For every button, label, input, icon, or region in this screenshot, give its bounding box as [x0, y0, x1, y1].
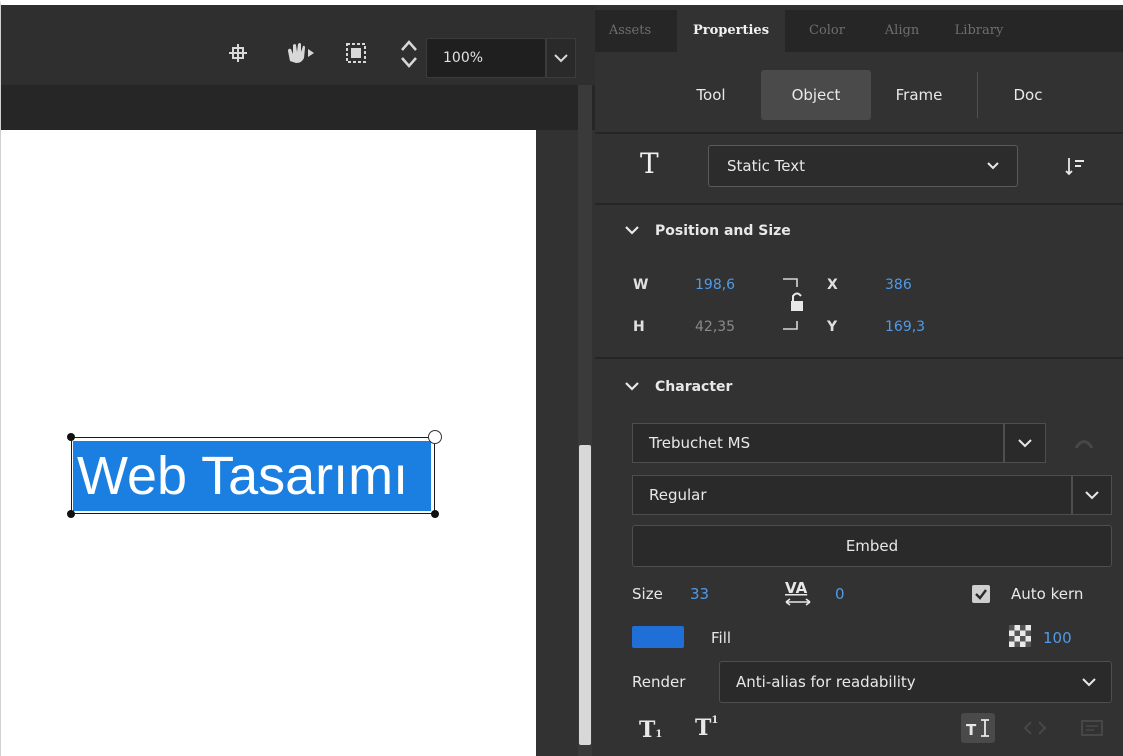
text-direction-icon[interactable]: [1063, 155, 1087, 179]
height-label: H: [633, 319, 645, 335]
tab-align[interactable]: Align: [869, 10, 935, 52]
width-value[interactable]: 198,6: [695, 277, 735, 293]
chevron-down-icon: [1085, 491, 1099, 500]
fill-color-swatch[interactable]: [632, 626, 684, 648]
text-type-value: Static Text: [727, 157, 805, 175]
chevron-down-icon: [625, 223, 655, 239]
font-family-field[interactable]: Trebuchet MS: [632, 423, 1004, 463]
svg-text:T: T: [966, 721, 977, 739]
stage-toolbar: 100%: [1, 5, 595, 85]
properties-subtabs: Tool Object Frame Doc: [595, 52, 1123, 132]
section-title: Position and Size: [655, 223, 791, 239]
divider: [595, 203, 1123, 205]
clip-outside-stage-icon[interactable]: [344, 41, 368, 65]
subtab-divider: [977, 72, 978, 118]
tab-color[interactable]: Color: [791, 10, 863, 52]
chevron-down-icon: [554, 54, 568, 63]
section-title: Character: [655, 379, 733, 395]
position-size-header[interactable]: Position and Size: [625, 223, 791, 239]
chevron-down-icon: [987, 162, 999, 170]
transform-handle-top-left[interactable]: [67, 433, 75, 441]
subtab-doc[interactable]: Doc: [993, 70, 1063, 120]
letter-spacing-value[interactable]: 0: [835, 585, 845, 603]
zoom-dropdown-button[interactable]: [546, 38, 576, 78]
tab-assets[interactable]: Assets: [595, 10, 665, 52]
render-dropdown[interactable]: Anti-alias for readability: [719, 661, 1112, 703]
size-label: Size: [632, 585, 663, 603]
show-border-icon: [1081, 720, 1103, 736]
text-resize-handle[interactable]: [428, 430, 442, 444]
auto-kern-label: Auto kern: [1011, 585, 1084, 603]
svg-text:VA: VA: [785, 579, 808, 597]
chevron-down-icon: [625, 379, 655, 395]
subtab-object[interactable]: Object: [761, 70, 871, 120]
transform-handle-bottom-right[interactable]: [431, 510, 439, 518]
panel-tab-bar: Assets Properties Color Align Library: [595, 10, 1123, 52]
text-tool-icon: T: [640, 147, 659, 180]
x-label: X: [827, 277, 838, 293]
selectable-text-button[interactable]: T: [961, 713, 995, 743]
text-type-row: T Static Text: [595, 133, 1123, 203]
letter-spacing-icon: VA: [785, 579, 811, 606]
font-family-dropdown[interactable]: [1004, 423, 1046, 463]
transform-handle-bottom-left[interactable]: [67, 510, 75, 518]
x-value[interactable]: 386: [885, 277, 912, 293]
lock-proportions-icon[interactable]: [781, 273, 809, 335]
y-label: Y: [827, 319, 838, 335]
subscript-button[interactable]: T1: [639, 717, 662, 743]
hand-tool-icon[interactable]: [284, 41, 318, 65]
alpha-checker-icon: [1009, 625, 1031, 647]
tab-library[interactable]: Library: [939, 10, 1019, 52]
properties-panel: Assets Properties Color Align Library To…: [595, 0, 1123, 756]
subtab-frame[interactable]: Frame: [873, 70, 965, 120]
auto-kern-checkbox[interactable]: [972, 585, 990, 603]
width-label: W: [633, 277, 649, 293]
fill-label: Fill: [711, 629, 732, 647]
text-object[interactable]: Web Tasarımı: [73, 441, 431, 511]
vertical-scrollbar-thumb[interactable]: [579, 445, 591, 745]
height-value[interactable]: 42,35: [695, 319, 735, 335]
zoom-input[interactable]: 100%: [426, 38, 546, 78]
chevron-down-icon: [1018, 439, 1032, 448]
timeline-strip: [1, 85, 595, 130]
selectable-text-icon: T: [966, 719, 989, 739]
subtab-tool[interactable]: Tool: [675, 70, 747, 120]
y-value[interactable]: 169,3: [885, 319, 925, 335]
embed-button[interactable]: Embed: [632, 525, 1112, 567]
font-style-field[interactable]: Regular: [632, 475, 1072, 515]
snap-to-stage-icon[interactable]: [226, 41, 250, 65]
character-header[interactable]: Character: [625, 379, 732, 395]
stage-area: 100% Web Tasarımı: [0, 0, 595, 756]
chevron-down-icon: [1082, 678, 1096, 687]
superscript-button[interactable]: T1: [695, 715, 718, 741]
font-style-dropdown[interactable]: [1072, 475, 1112, 515]
font-warning-icon: [1074, 440, 1094, 449]
render-value: Anti-alias for readability: [736, 673, 916, 691]
text-type-dropdown[interactable]: Static Text: [708, 145, 1018, 187]
zoom-stepper-icon[interactable]: [397, 37, 421, 71]
tab-properties[interactable]: Properties: [677, 10, 785, 52]
size-value[interactable]: 33: [690, 585, 709, 603]
alpha-value[interactable]: 100: [1043, 629, 1072, 647]
divider: [595, 357, 1123, 359]
render-label: Render: [632, 673, 686, 691]
html-render-icon: [1023, 721, 1047, 735]
